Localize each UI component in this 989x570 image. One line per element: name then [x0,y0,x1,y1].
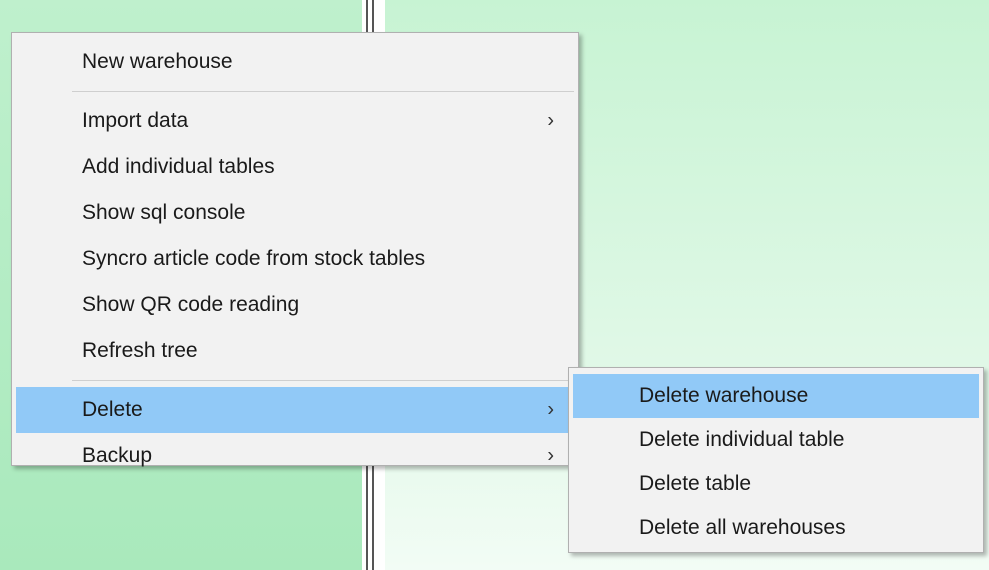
chevron-right-icon: › [547,444,554,467]
delete-submenu: Delete warehouse Delete individual table… [568,367,984,553]
menu-item-syncro-article-code[interactable]: Syncro article code from stock tables [16,236,574,282]
menu-item-label: Show sql console [82,201,246,224]
menu-item-show-sql-console[interactable]: Show sql console [16,190,574,236]
menu-item-label: New warehouse [82,50,233,73]
menu-item-delete[interactable]: Delete › [16,387,574,433]
menu-item-label: Syncro article code from stock tables [82,247,426,270]
menu-item-backup[interactable]: Backup › [16,433,574,479]
menu-item-label: Delete [82,398,143,421]
submenu-item-delete-all-warehouses[interactable]: Delete all warehouses [573,506,979,550]
menu-item-label: Delete warehouse [639,384,809,407]
menu-separator [72,380,574,381]
menu-item-refresh-tree[interactable]: Refresh tree [16,328,574,374]
menu-item-label: Show QR code reading [82,293,300,316]
menu-item-new-warehouse[interactable]: New warehouse [16,39,574,85]
menu-item-label: Delete table [639,472,752,495]
submenu-item-delete-warehouse[interactable]: Delete warehouse [573,374,979,418]
menu-item-label: Refresh tree [82,339,198,362]
submenu-item-delete-table[interactable]: Delete table [573,462,979,506]
menu-item-show-qr-code-reading[interactable]: Show QR code reading [16,282,574,328]
context-menu: New warehouse Import data › Add individu… [11,32,579,467]
menu-item-label: Delete individual table [639,428,845,451]
chevron-right-icon: › [547,398,554,421]
menu-item-label: Backup [82,444,153,467]
submenu-item-delete-individual-table[interactable]: Delete individual table [573,418,979,462]
menu-item-label: Delete all warehouses [639,516,846,539]
chevron-right-icon: › [547,109,554,132]
menu-item-add-individual-tables[interactable]: Add individual tables [16,144,574,190]
menu-item-label: Import data [82,109,189,132]
menu-item-label: Add individual tables [82,155,275,178]
menu-item-import-data[interactable]: Import data › [16,98,574,144]
menu-separator [72,91,574,92]
